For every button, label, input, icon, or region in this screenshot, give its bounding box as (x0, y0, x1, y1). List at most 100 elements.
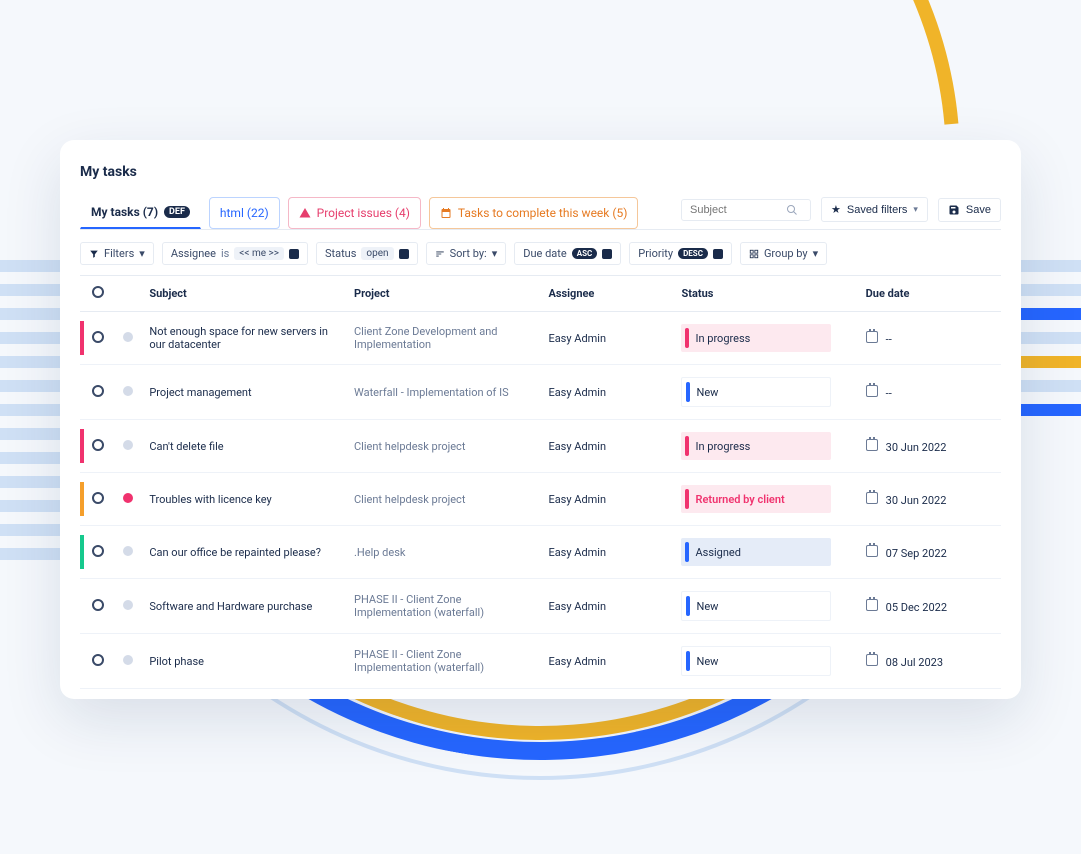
alert-dot-icon (123, 386, 133, 396)
cell-project[interactable]: .Help desk (346, 526, 540, 579)
cell-due-date: -- (858, 312, 1001, 365)
cell-subject[interactable]: Project management (141, 365, 346, 420)
col-assignee[interactable]: Assignee (540, 276, 673, 312)
row-select[interactable] (84, 526, 115, 579)
decorative-stripes-right (1011, 260, 1081, 428)
select-all-header[interactable] (84, 276, 115, 312)
col-due-date[interactable]: Due date (858, 276, 1001, 312)
cell-assignee: Easy Admin (540, 365, 673, 420)
remove-sort-icon[interactable] (602, 249, 612, 259)
alert-dot-icon (123, 332, 133, 342)
alert-dot-icon (123, 600, 133, 610)
sort-priority[interactable]: Priority DESC (629, 242, 732, 265)
save-button[interactable]: Save (938, 198, 1001, 222)
cell-subject[interactable]: Pilot phase (141, 634, 346, 689)
checkbox-icon (92, 599, 104, 611)
alert-dot-icon (123, 440, 133, 450)
sort-by-button[interactable]: Sort by: ▾ (426, 242, 507, 265)
filter-status[interactable]: Status open (316, 242, 418, 265)
status-bar-icon (685, 328, 689, 348)
tab-html[interactable]: html (22) (209, 197, 280, 229)
cell-assignee: Easy Admin (540, 634, 673, 689)
row-select[interactable] (84, 365, 115, 420)
tab-label: Project issues (4) (317, 206, 410, 220)
page-title: My tasks (80, 164, 1001, 180)
remove-sort-icon[interactable] (713, 249, 723, 259)
search-input-wrap[interactable] (681, 199, 811, 221)
table-row[interactable]: Can't delete fileClient helpdesk project… (80, 420, 1001, 473)
table-row[interactable]: Software and Hardware purchasePHASE II -… (80, 579, 1001, 634)
search-icon (786, 204, 798, 216)
cell-assignee: Easy Admin (540, 579, 673, 634)
row-select[interactable] (84, 634, 115, 689)
row-select[interactable] (84, 473, 115, 526)
cell-assignee: Easy Admin (540, 420, 673, 473)
cell-project[interactable]: Waterfall - Implementation of IS (346, 365, 540, 420)
table-row[interactable]: Not enough space for new servers in our … (80, 312, 1001, 365)
status-badge[interactable]: In progress (681, 432, 831, 460)
cell-project[interactable]: Client helpdesk project (346, 473, 540, 526)
table-row[interactable]: Project managementWaterfall - Implementa… (80, 365, 1001, 420)
chevron-down-icon: ▾ (813, 247, 819, 260)
filters-button[interactable]: Filters ▾ (80, 242, 154, 265)
cell-due-date: 30 Jun 2022 (858, 473, 1001, 526)
status-text: New (696, 386, 718, 399)
calendar-icon (440, 207, 452, 219)
checkbox-icon (92, 492, 104, 504)
filter-assignee[interactable]: Assignee is << me >> (162, 242, 308, 265)
tab-label: My tasks (7) (91, 205, 158, 219)
row-select[interactable] (84, 579, 115, 634)
sort-icon (435, 249, 445, 259)
cell-project[interactable]: Client Zone Development and Implementati… (346, 312, 540, 365)
status-badge[interactable]: In progress (681, 324, 831, 352)
filters-row: Filters ▾ Assignee is << me >> Status op… (80, 242, 1001, 265)
filter-name: Assignee (171, 247, 216, 260)
status-badge[interactable]: Returned by client (681, 485, 831, 513)
cell-project[interactable]: Client helpdesk project (346, 420, 540, 473)
status-bar-icon (686, 382, 690, 402)
tab-project-issues[interactable]: Project issues (4) (288, 197, 421, 229)
row-select[interactable] (84, 312, 115, 365)
sort-field: Due date (523, 247, 566, 260)
saved-filters-button[interactable]: ★ Saved filters ▾ (821, 197, 928, 222)
filter-value: open (361, 247, 393, 260)
status-badge[interactable]: New (681, 377, 831, 407)
cell-due-date: 08 Jul 2023 (858, 634, 1001, 689)
chevron-down-icon: ▾ (139, 247, 145, 260)
tab-my-tasks[interactable]: My tasks (7) DEF (80, 196, 201, 229)
group-by-button[interactable]: Group by ▾ (740, 242, 827, 265)
star-icon: ★ (831, 203, 841, 216)
search-input[interactable] (690, 204, 780, 216)
cell-subject[interactable]: Can our office be repainted please? (141, 526, 346, 579)
sort-due-date[interactable]: Due date ASC (514, 242, 621, 265)
cell-project[interactable]: PHASE II - Client Zone Implementation (w… (346, 579, 540, 634)
cell-due-date: -- (858, 365, 1001, 420)
cell-subject[interactable]: Not enough space for new servers in our … (141, 312, 346, 365)
status-text: In progress (695, 332, 750, 345)
col-project[interactable]: Project (346, 276, 540, 312)
cell-subject[interactable]: Troubles with licence key (141, 473, 346, 526)
table-row[interactable]: Troubles with licence keyClient helpdesk… (80, 473, 1001, 526)
table-row[interactable]: Pilot phasePHASE II - Client Zone Implem… (80, 634, 1001, 689)
col-status[interactable]: Status (673, 276, 857, 312)
cell-project[interactable]: PHASE II - Client Zone Implementation (w… (346, 634, 540, 689)
row-select[interactable] (84, 420, 115, 473)
cell-subject[interactable]: Can't delete file (141, 420, 346, 473)
calendar-icon (866, 385, 878, 397)
sort-field: Priority (638, 247, 673, 260)
remove-filter-icon[interactable] (399, 249, 409, 259)
remove-filter-icon[interactable] (289, 249, 299, 259)
cell-subject[interactable]: Software and Hardware purchase (141, 579, 346, 634)
tab-label: Tasks to complete this week (5) (458, 206, 628, 220)
table-row[interactable]: Can our office be repainted please?.Help… (80, 526, 1001, 579)
tab-tasks-this-week[interactable]: Tasks to complete this week (5) (429, 197, 639, 229)
status-badge[interactable]: Assigned (681, 538, 831, 566)
tabs-row: My tasks (7) DEF html (22) Project issue… (80, 196, 1001, 230)
calendar-icon (866, 654, 878, 666)
checkbox-icon (92, 545, 104, 557)
col-subject[interactable]: Subject (141, 276, 346, 312)
tasks-panel: My tasks My tasks (7) DEF html (22) Proj… (60, 140, 1021, 699)
status-badge[interactable]: New (681, 591, 831, 621)
status-badge[interactable]: New (681, 646, 831, 676)
cell-due-date: 07 Sep 2022 (858, 526, 1001, 579)
